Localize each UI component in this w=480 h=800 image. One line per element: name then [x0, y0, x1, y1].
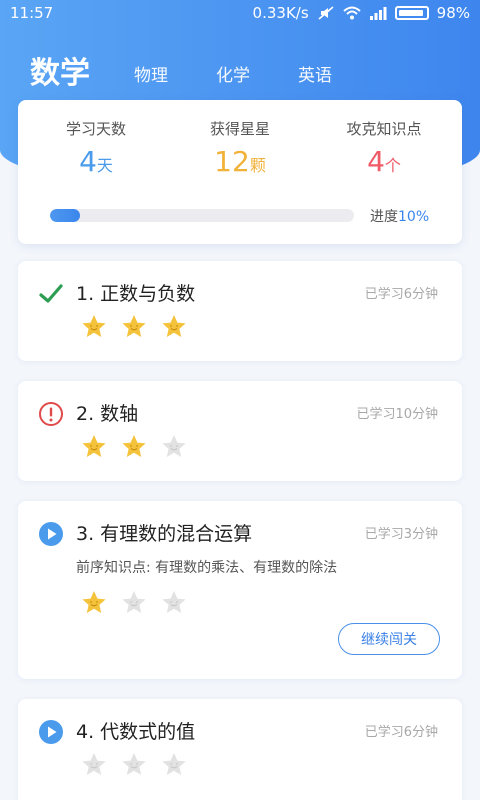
progress-fill [50, 209, 81, 222]
star-filled-icon [82, 315, 106, 337]
lesson-title: 3. 有理数的混合运算 [76, 523, 253, 545]
lesson-stars [80, 589, 188, 617]
star-empty-icon [122, 753, 146, 775]
lesson-time: 已学习6分钟 [364, 287, 438, 302]
progress-label: 进度10% [370, 209, 430, 225]
status-bar: 11:57 0.33K/s 98% [0, 0, 480, 26]
star-filled-icon [162, 315, 186, 337]
stat-study-days: 学习天数 4天 [22, 118, 170, 178]
network-speed: 0.33K/s [252, 4, 309, 22]
stat-study-days-value: 4天 [79, 145, 113, 178]
lesson-time: 已学习6分钟 [364, 725, 438, 740]
stat-knowledge-label: 攻克知识点 [346, 120, 422, 138]
lesson-stars [80, 751, 188, 779]
star-filled-icon [82, 591, 106, 613]
continue-button[interactable]: 继续闯关 [338, 623, 440, 655]
lesson-card-1[interactable]: 1. 正数与负数 已学习6分钟 [18, 261, 462, 361]
mute-icon [318, 6, 334, 20]
lesson-card-2[interactable]: 2. 数轴 已学习10分钟 [18, 381, 462, 481]
star-filled-icon [82, 435, 106, 457]
lesson-card-3[interactable]: 3. 有理数的混合运算 已学习3分钟 前序知识点: 有理数的乘法、有理数的除法 … [18, 501, 462, 679]
check-icon [39, 284, 63, 303]
wifi-icon [342, 6, 361, 20]
star-empty-icon [162, 435, 186, 457]
star-empty-icon [122, 591, 146, 613]
star-empty-icon [162, 591, 186, 613]
star-filled-icon [122, 315, 146, 337]
lesson-stars [80, 433, 188, 461]
play-icon [39, 522, 63, 546]
stats-card: 学习天数 4天 获得星星 12颗 攻克知识点 4个 进度10% [18, 100, 462, 244]
progress-bar [50, 209, 354, 222]
lesson-title: 4. 代数式的值 [76, 721, 196, 743]
subject-tabs: 数学 物理 化学 英语 [30, 48, 380, 92]
stat-stars-label: 获得星星 [209, 120, 270, 138]
tab-english[interactable]: 英语 [298, 61, 332, 92]
play-icon [39, 720, 63, 744]
stat-stars-earned: 获得星星 12颗 [166, 118, 314, 178]
lesson-title: 2. 数轴 [76, 403, 139, 425]
star-filled-icon [122, 435, 146, 457]
star-empty-icon [82, 753, 106, 775]
lesson-title: 1. 正数与负数 [76, 283, 196, 305]
stat-knowledge-value: 4个 [367, 145, 401, 178]
status-time: 11:57 [10, 4, 54, 22]
warning-icon [39, 402, 63, 426]
signal-icon [369, 7, 387, 20]
star-empty-icon [162, 753, 186, 775]
lesson-card-4[interactable]: 4. 代数式的值 已学习6分钟 [18, 699, 462, 800]
prerequisite-text: 前序知识点: 有理数的乘法、有理数的除法 [76, 560, 338, 576]
tab-physics[interactable]: 物理 [134, 61, 168, 92]
battery-icon [394, 6, 429, 20]
stat-stars-value: 12颗 [214, 145, 266, 178]
battery-percent: 98% [436, 4, 470, 22]
stat-knowledge-points: 攻克知识点 4个 [310, 118, 458, 178]
tab-math[interactable]: 数学 [30, 48, 90, 92]
lesson-time: 已学习3分钟 [364, 527, 438, 542]
tab-chemistry[interactable]: 化学 [216, 61, 250, 92]
lesson-time: 已学习10分钟 [356, 407, 438, 422]
lesson-stars [80, 313, 188, 341]
stat-study-days-label: 学习天数 [65, 120, 126, 138]
